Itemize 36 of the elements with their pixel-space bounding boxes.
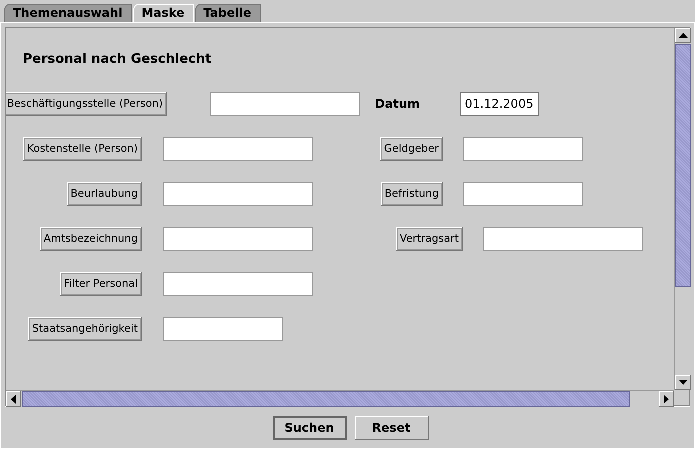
input-field[interactable] xyxy=(163,272,313,296)
tab[interactable]: Themenauswahl xyxy=(4,4,132,22)
field-button[interactable]: Vertragsart xyxy=(396,227,463,251)
field-label: Datum xyxy=(375,96,420,113)
left-arrow-icon xyxy=(11,394,16,404)
scroll-right-button[interactable] xyxy=(659,391,674,407)
vertical-scrollbar[interactable] xyxy=(674,28,691,390)
tab[interactable]: Maske xyxy=(132,4,194,22)
scroll-thumb[interactable] xyxy=(675,44,691,287)
field-button[interactable]: Geldgeber xyxy=(380,137,443,161)
input-field[interactable] xyxy=(483,227,643,251)
input-field[interactable] xyxy=(163,227,313,251)
input-field[interactable] xyxy=(463,182,583,206)
field-button[interactable]: Beschäftigungsstelle (Person) xyxy=(6,92,167,116)
input-field[interactable] xyxy=(163,137,313,161)
scroll-up-button[interactable] xyxy=(675,28,691,43)
field-button[interactable]: Beurlaubung xyxy=(66,182,142,206)
down-arrow-icon xyxy=(678,380,688,385)
field-button[interactable]: Befristung xyxy=(380,182,443,206)
field-button[interactable]: Kostenstelle (Person) xyxy=(23,137,142,161)
scroll-down-button[interactable] xyxy=(675,375,691,390)
scroll-left-button[interactable] xyxy=(6,391,21,407)
input-field[interactable] xyxy=(163,317,283,341)
up-arrow-icon xyxy=(678,33,688,38)
field-button[interactable]: Amtsbezeichnung xyxy=(40,227,142,251)
input-field[interactable] xyxy=(210,92,360,116)
tab[interactable]: Tabelle xyxy=(194,4,261,22)
action-button[interactable]: Reset xyxy=(354,416,428,440)
input-field[interactable] xyxy=(163,182,313,206)
action-button[interactable]: Suchen xyxy=(272,416,346,440)
form-title: Personal nach Geschlecht xyxy=(23,52,212,68)
input-field[interactable] xyxy=(463,137,583,161)
input-field[interactable]: 01.12.2005 xyxy=(460,92,539,116)
field-button[interactable]: Staatsangehörigkeit xyxy=(28,317,142,341)
field-button[interactable]: Filter Personal xyxy=(60,272,142,296)
right-arrow-icon xyxy=(664,394,669,404)
